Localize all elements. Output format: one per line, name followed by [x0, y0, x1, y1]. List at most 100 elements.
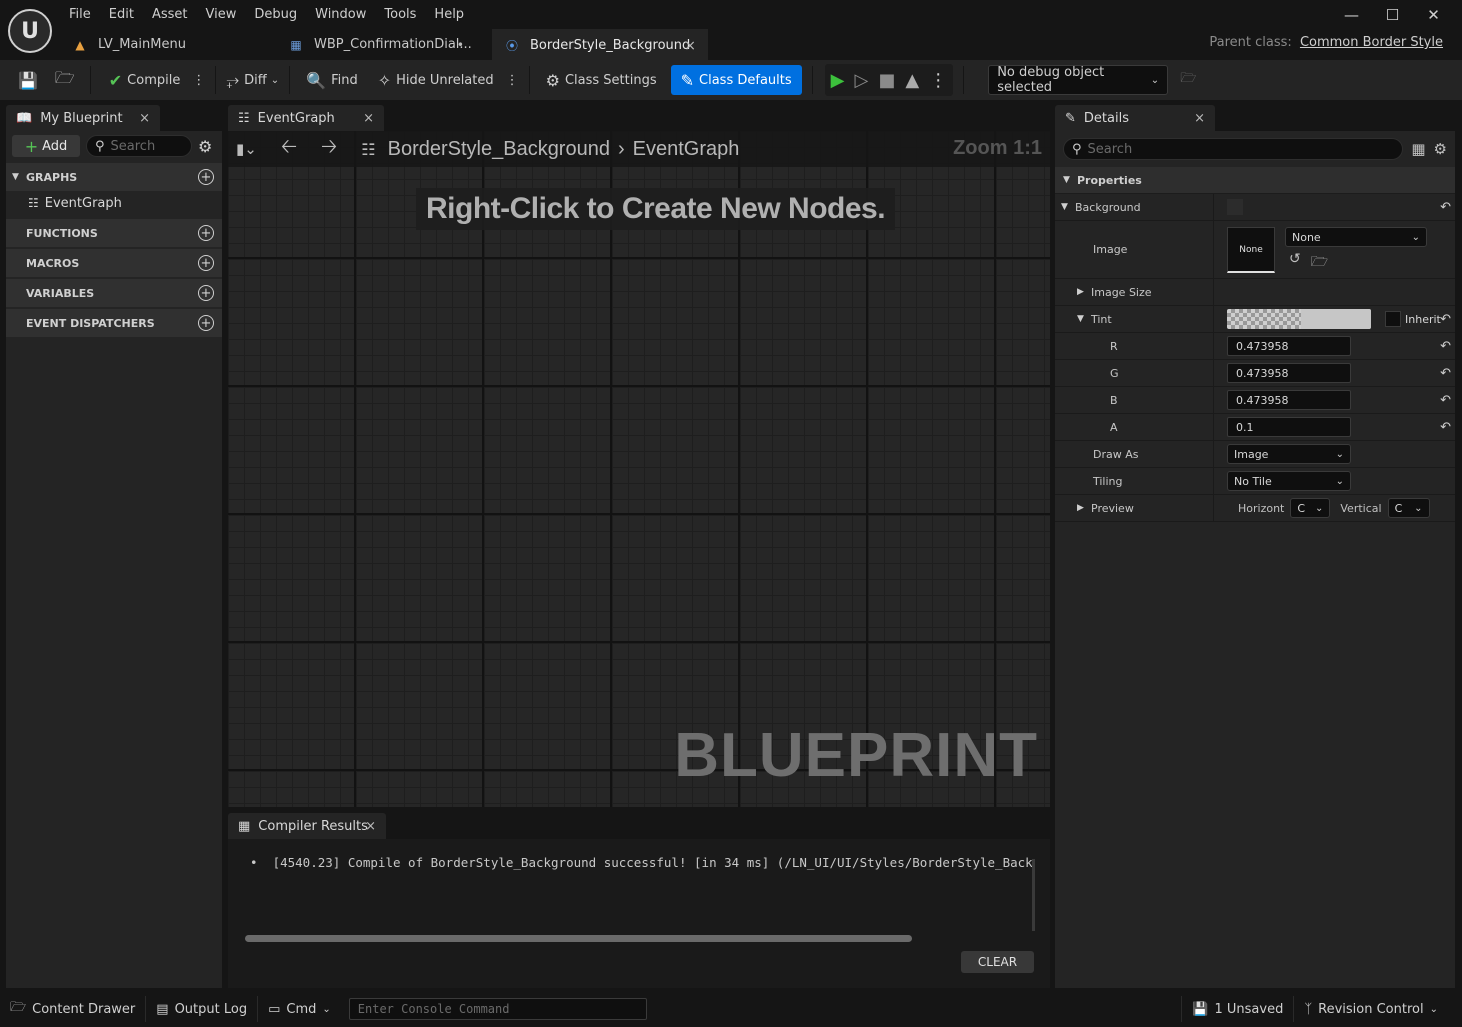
image-thumbnail[interactable]: None [1227, 227, 1275, 273]
triangle-right-icon[interactable]: ▶ [1077, 503, 1091, 513]
close-window-icon[interactable]: ✕ [1413, 2, 1454, 28]
menu-help[interactable]: Help [425, 5, 473, 24]
compile-options-icon[interactable]: ⋮ [186, 65, 211, 95]
compile-button[interactable]: ✔ Compile [103, 65, 187, 95]
hide-unrelated-options-icon[interactable]: ⋮ [500, 65, 525, 95]
menu-tools[interactable]: Tools [375, 5, 425, 24]
graph-canvas[interactable]: ▮⌄ 🡠 🡢 ☷ BorderStyle_Background › EventG… [228, 131, 1050, 807]
vertical-scrollbar[interactable] [1032, 859, 1035, 931]
bookmark-icon[interactable]: ▮⌄ [236, 140, 257, 158]
reset-icon[interactable]: ↶ [1440, 200, 1451, 215]
clear-button[interactable]: CLEAR [961, 951, 1034, 973]
draw-as-dropdown[interactable]: Image ⌄ [1227, 444, 1351, 464]
content-drawer-button[interactable]: 🗁 Content Drawer [0, 995, 145, 1023]
section-variables[interactable]: VARIABLES + [6, 279, 222, 307]
horizontal-scrollbar[interactable] [245, 935, 912, 942]
triangle-right-icon[interactable]: ▶ [1077, 287, 1091, 297]
debug-object-dropdown[interactable]: No debug object selected ⌄ [988, 65, 1169, 95]
reset-icon[interactable]: ↶ [1440, 393, 1451, 408]
section-graphs[interactable]: ▼ GRAPHS + [6, 163, 222, 191]
add-variable-icon[interactable]: + [198, 285, 214, 301]
close-tab-icon[interactable]: × [684, 38, 696, 54]
tab-lv-mainmenu[interactable]: ▲ LV_MainMenu [60, 29, 276, 60]
reset-icon[interactable]: ↶ [1440, 312, 1451, 327]
add-event-dispatcher-icon[interactable]: + [198, 315, 214, 331]
gear-icon[interactable]: ⚙ [198, 137, 212, 156]
section-macros[interactable]: MACROS + [6, 249, 222, 277]
r-field[interactable]: 0.473958 [1227, 336, 1351, 356]
save-button[interactable]: 💾 [12, 65, 49, 95]
tab-details[interactable]: ✎ Details × [1055, 105, 1215, 131]
use-selected-icon[interactable]: ↺ [1289, 251, 1301, 275]
image-asset-dropdown[interactable]: None ⌄ [1285, 227, 1427, 247]
reset-icon[interactable]: ↶ [1440, 366, 1451, 381]
section-functions[interactable]: FUNCTIONS + [6, 219, 222, 247]
close-icon[interactable]: × [363, 111, 374, 126]
close-icon[interactable]: × [365, 819, 376, 834]
tab-borderstyle-background[interactable]: ⦿ BorderStyle_Background × [492, 29, 708, 60]
triangle-down-icon[interactable]: ▼ [1077, 314, 1091, 324]
breadcrumb-root[interactable]: BorderStyle_Background [388, 138, 610, 161]
section-event-dispatchers[interactable]: EVENT DISPATCHERS + [6, 309, 222, 337]
maximize-icon[interactable]: ☐ [1372, 2, 1413, 28]
stop-icon[interactable]: ■ [878, 70, 895, 91]
class-settings-button[interactable]: ⚙ Class Settings [540, 65, 663, 95]
inherit-checkbox[interactable] [1385, 311, 1401, 327]
reset-icon[interactable]: ↶ [1440, 339, 1451, 354]
unsaved-button[interactable]: 💾 1 Unsaved [1182, 995, 1293, 1023]
tab-compiler-results[interactable]: ▦ Compiler Results × [228, 813, 386, 839]
menu-asset[interactable]: Asset [143, 5, 197, 24]
hide-unrelated-button[interactable]: ✧ Hide Unrelated [372, 65, 500, 95]
menu-edit[interactable]: Edit [100, 5, 143, 24]
add-function-icon[interactable]: + [198, 225, 214, 241]
g-field[interactable]: 0.473958 [1227, 363, 1351, 383]
output-log-button[interactable]: ▤ Output Log [146, 995, 257, 1023]
unreal-logo-icon[interactable]: U [8, 9, 52, 53]
browse-button[interactable]: 🗁 [49, 65, 86, 95]
vertical-alignment-dropdown[interactable]: C ⌄ [1387, 498, 1430, 518]
play-options-icon[interactable]: ⋮ [929, 70, 947, 91]
close-icon[interactable]: × [1194, 111, 1205, 126]
minimize-icon[interactable]: — [1331, 2, 1372, 28]
background-checkbox[interactable] [1227, 199, 1243, 215]
tab-my-blueprint[interactable]: 📖 My Blueprint × [6, 105, 160, 131]
tab-wbp-confirmation[interactable]: ▦ WBP_ConfirmationDial... • [276, 29, 492, 60]
table-view-icon[interactable]: ▦ [1411, 140, 1425, 158]
close-icon[interactable]: × [139, 111, 150, 126]
gear-icon[interactable]: ⚙ [1434, 140, 1447, 158]
add-macro-icon[interactable]: + [198, 255, 214, 271]
menu-debug[interactable]: Debug [245, 5, 306, 24]
console-command-input[interactable]: Enter Console Command [348, 998, 647, 1020]
diff-button[interactable]: ⥅ Diff ⌄ [220, 65, 285, 95]
add-button[interactable]: + Add [12, 135, 80, 157]
debug-filter-icon[interactable]: 🗁 [1174, 65, 1202, 95]
class-defaults-button[interactable]: ✎ Class Defaults [670, 65, 802, 95]
triangle-down-icon[interactable]: ▼ [1061, 202, 1075, 212]
tab-eventgraph[interactable]: ☷ EventGraph × [228, 105, 384, 131]
a-field[interactable]: 0.1 [1227, 417, 1351, 437]
step-icon[interactable]: ▷ [854, 70, 868, 91]
reset-icon[interactable]: ↶ [1440, 420, 1451, 435]
cmd-dropdown[interactable]: ▭ Cmd ⌄ [258, 995, 341, 1023]
back-arrow-icon[interactable]: 🡠 [281, 132, 297, 166]
tint-color-swatch[interactable] [1227, 309, 1371, 329]
horizontal-alignment-dropdown[interactable]: C ⌄ [1290, 498, 1331, 518]
details-search-input[interactable]: ⚲ Search [1063, 138, 1404, 160]
eject-icon[interactable]: ▲ [905, 70, 919, 91]
parent-class-link[interactable]: Common Border Style [1300, 35, 1443, 50]
forward-arrow-icon[interactable]: 🡢 [321, 132, 337, 166]
browse-asset-icon[interactable]: 🗁 [1311, 251, 1328, 275]
b-field[interactable]: 0.473958 [1227, 390, 1351, 410]
menu-view[interactable]: View [197, 5, 246, 24]
find-button[interactable]: 🔍 Find [300, 65, 364, 95]
revision-control-button[interactable]: ᛉ Revision Control ⌄ [1294, 995, 1448, 1023]
category-properties[interactable]: ▼ Properties [1055, 167, 1455, 194]
search-input[interactable]: ⚲ Search [86, 135, 192, 157]
menu-window[interactable]: Window [306, 5, 375, 24]
add-graph-icon[interactable]: + [198, 169, 214, 185]
play-icon[interactable]: ▶ [831, 70, 845, 91]
tiling-dropdown[interactable]: No Tile ⌄ [1227, 471, 1351, 491]
menu-file[interactable]: File [60, 5, 100, 24]
breadcrumb-leaf[interactable]: EventGraph [633, 138, 740, 161]
graph-item-eventgraph[interactable]: ☷ EventGraph [6, 191, 222, 215]
